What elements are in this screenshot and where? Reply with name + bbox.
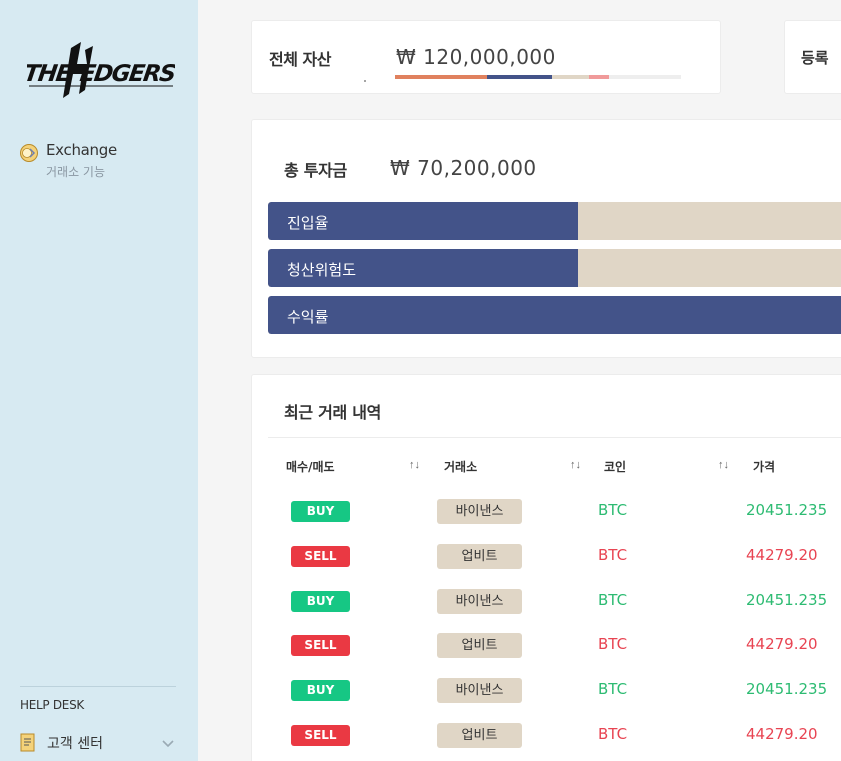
sort-coin-icon[interactable]: ↑↓ (718, 459, 729, 471)
metric-liquidation-risk: 청산위험도 (268, 249, 841, 287)
investment-card: 총 투자금 ₩ 70,200,000 진입율 청산위험도 수익률 (251, 119, 841, 358)
exchange-chip: 업비트 (437, 723, 522, 748)
total-assets-card: 전체 자산 ₩ 120,000,000 (251, 20, 721, 94)
sidebar-item-exchange[interactable]: Exchange 거래소 기능 (19, 140, 189, 182)
metric-entry-rate: 진입율 (268, 202, 841, 240)
total-assets-value: ₩ 120,000,000 (396, 45, 556, 69)
side-badge: BUY (291, 590, 350, 612)
column-header-price: 가격 (753, 460, 776, 474)
table-row[interactable]: BUY 바이낸스 BTC 20451.235 (252, 678, 841, 724)
exchange-chip: 바이낸스 (437, 499, 522, 524)
hedgers-logo-icon: THE EDGERS (27, 42, 175, 98)
coin-cell: BTC (598, 501, 628, 519)
exchange-chip: 업비트 (437, 543, 522, 569)
column-header-coin: 코인 (604, 460, 627, 474)
asset-bar-segment (589, 75, 610, 79)
table-row[interactable]: SELL 업비트 BTC 44279.20 (252, 633, 841, 679)
sidebar-divider (20, 686, 176, 687)
side-badge: BUY (291, 680, 350, 702)
chevron-down-icon[interactable] (161, 736, 175, 748)
exchange-chip: 바이낸스 (437, 678, 522, 704)
register-card[interactable]: 등록 (784, 20, 841, 94)
customer-center-label: 고객 센터 (47, 736, 103, 752)
table-row[interactable]: BUY 바이낸스 BTC 20451.235 (252, 588, 841, 635)
metric-liquidation-risk-label: 청산위험도 (287, 261, 357, 279)
price-cell: 44279.20 (746, 545, 818, 564)
sidebar-item-customer-center[interactable]: 고객 센터 (20, 730, 180, 756)
asset-distribution-bar (395, 75, 681, 79)
svg-text:EDGERS: EDGERS (78, 61, 175, 87)
exchange-coin-icon (19, 143, 39, 163)
sidebar: THE EDGERS Exchange 거래소 기능 HELP DESK 고객 … (0, 0, 198, 761)
exchange-chip: 업비트 (437, 633, 522, 659)
help-desk-title: HELP DESK (20, 698, 84, 712)
total-investment-label: 총 투자금 (284, 161, 347, 180)
table-row[interactable]: BUY 바이낸스 BTC 20451.235 (252, 499, 841, 545)
trade-history-divider (268, 437, 841, 438)
sidebar-item-title: Exchange (46, 141, 117, 159)
metric-entry-rate-label: 진입율 (287, 214, 329, 232)
metric-return-rate: 수익률 (268, 296, 841, 334)
sort-exchange-icon[interactable]: ↑↓ (570, 459, 581, 471)
metric-return-rate-label: 수익률 (287, 308, 329, 326)
asset-bar-segment (552, 75, 590, 79)
table-row[interactable]: SELL 업비트 BTC 44279.20 (252, 543, 841, 590)
asset-bar-segment (486, 75, 553, 79)
trade-history-title: 최근 거래 내역 (284, 403, 382, 422)
asset-bar-segment (395, 75, 487, 79)
register-label: 등록 (801, 49, 829, 67)
price-cell: 44279.20 (746, 725, 818, 743)
exchange-chip: 바이낸스 (437, 588, 522, 614)
price-cell: 20451.235 (746, 680, 828, 699)
coin-cell: BTC (598, 725, 628, 743)
side-badge: SELL (291, 725, 350, 746)
coin-cell: BTC (598, 590, 628, 609)
coin-cell: BTC (598, 545, 628, 564)
hedgers-logo[interactable]: THE EDGERS (27, 38, 175, 98)
coin-cell: BTC (598, 680, 628, 699)
coin-cell: BTC (598, 635, 628, 654)
column-header-side: 매수/매도 (286, 460, 335, 474)
side-badge: SELL (291, 545, 350, 567)
total-investment-value: ₩ 70,200,000 (390, 156, 537, 180)
sort-side-icon[interactable]: ↑↓ (409, 459, 420, 471)
decor-dot (364, 80, 366, 82)
total-assets-label: 전체 자산 (269, 50, 331, 69)
side-badge: SELL (291, 635, 350, 657)
metric-return-rate-fill (268, 296, 841, 334)
price-cell: 20451.235 (746, 501, 828, 519)
trade-history-card: 최근 거래 내역 매수/매도 ↑↓ 거래소 ↑↓ 코인 ↑↓ 가격 BUY 바이낸… (251, 374, 841, 761)
document-icon (20, 733, 36, 753)
side-badge: BUY (291, 501, 350, 522)
table-row[interactable]: SELL 업비트 BTC 44279.20 (252, 723, 841, 761)
price-cell: 44279.20 (746, 635, 818, 654)
price-cell: 20451.235 (746, 590, 828, 609)
sidebar-item-subtitle: 거래소 기능 (46, 165, 106, 179)
column-header-exchange: 거래소 (444, 460, 478, 474)
